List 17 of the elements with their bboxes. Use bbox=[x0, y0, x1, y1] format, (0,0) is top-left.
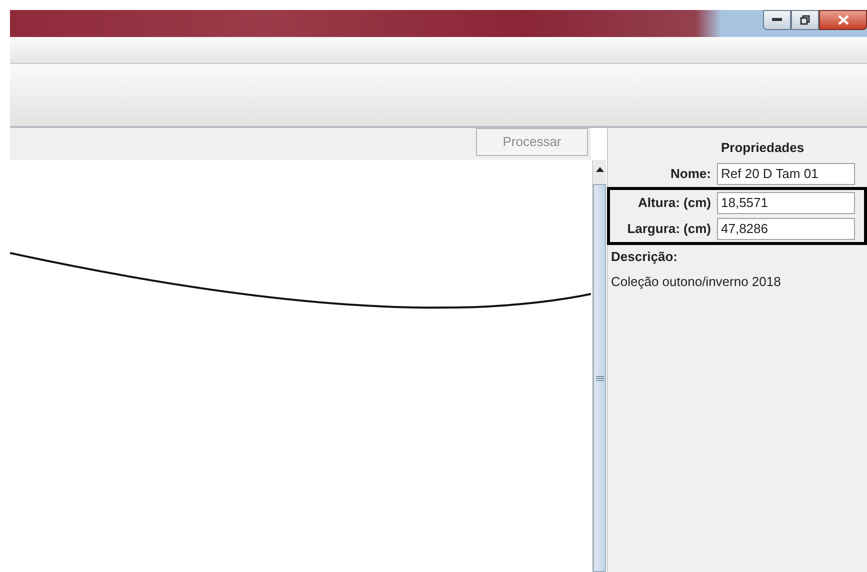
maximize-button[interactable] bbox=[791, 10, 819, 30]
close-button[interactable] bbox=[819, 10, 867, 30]
up-arrow-icon bbox=[596, 166, 604, 172]
field-label: Nome: bbox=[670, 164, 711, 183]
input-field[interactable]: 47,8286 bbox=[717, 218, 855, 240]
field-label: Largura: (cm) bbox=[626, 220, 711, 238]
panel-title: Propriedades bbox=[721, 139, 806, 157]
description-text: Coleção outono/inverno 2018 bbox=[611, 273, 782, 291]
description-label: Descrição: bbox=[611, 248, 678, 266]
input-field[interactable]: 18,5571 bbox=[717, 192, 855, 214]
minimize-button[interactable] bbox=[763, 10, 791, 30]
close-icon bbox=[838, 15, 848, 25]
restore-icon bbox=[800, 15, 810, 25]
grip-icon bbox=[596, 376, 604, 380]
field-label: Altura: (cm) bbox=[637, 194, 711, 212]
input-field[interactable]: Ref 20 D Tam 01 bbox=[717, 162, 855, 184]
minimize-icon bbox=[772, 18, 782, 22]
